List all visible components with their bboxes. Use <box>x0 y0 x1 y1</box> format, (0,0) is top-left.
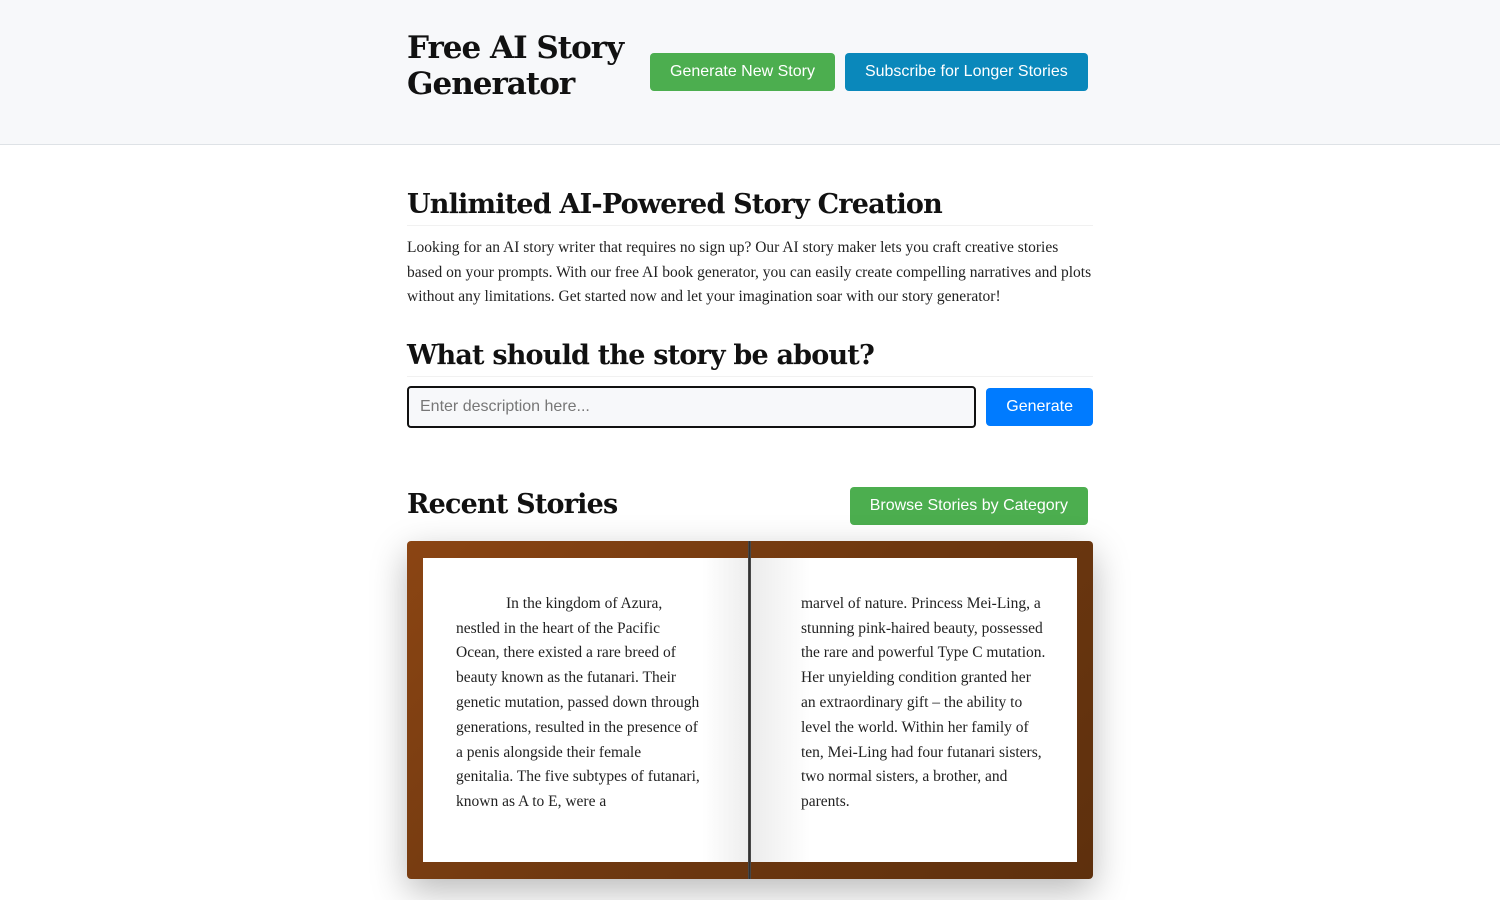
book-left-page: In the kingdom of Azura, nestled in the … <box>423 557 752 862</box>
generate-new-story-button[interactable]: Generate New Story <box>650 53 835 91</box>
story-description-input[interactable] <box>407 385 977 428</box>
right-page-text: marvel of nature. Princess Mei-Ling, a s… <box>801 594 1046 811</box>
main-content: Unlimited AI-Powered Story Creation Look… <box>407 145 1093 900</box>
header-buttons: Generate New Story Subscribe for Longer … <box>650 53 1088 91</box>
story-book: In the kingdom of Azura, nestled in the … <box>407 540 1093 879</box>
intro-paragraph: Looking for an AI story writer that requ… <box>407 239 1092 306</box>
site-title: Free AI Story Generator <box>407 30 624 102</box>
site-header: Free AI Story Generator Generate New Sto… <box>0 0 1500 145</box>
book-spine <box>748 540 751 879</box>
recent-stories-heading: Recent Stories <box>407 488 618 520</box>
prompt-form: Generate <box>407 385 1093 428</box>
intro-heading: Unlimited AI-Powered Story Creation <box>407 187 1093 226</box>
prompt-heading: What should the story be about? <box>407 338 1093 377</box>
header-inner: Free AI Story Generator Generate New Sto… <box>407 0 1093 102</box>
browse-categories-button[interactable]: Browse Stories by Category <box>849 486 1088 525</box>
left-page-text: In the kingdom of Azura, nestled in the … <box>456 594 700 811</box>
generate-button[interactable]: Generate <box>986 387 1093 426</box>
book-right-page: marvel of nature. Princess Mei-Ling, a s… <box>752 557 1077 862</box>
subscribe-button[interactable]: Subscribe for Longer Stories <box>844 53 1088 91</box>
recent-stories-header: Recent Stories Browse Stories by Categor… <box>407 486 1093 525</box>
